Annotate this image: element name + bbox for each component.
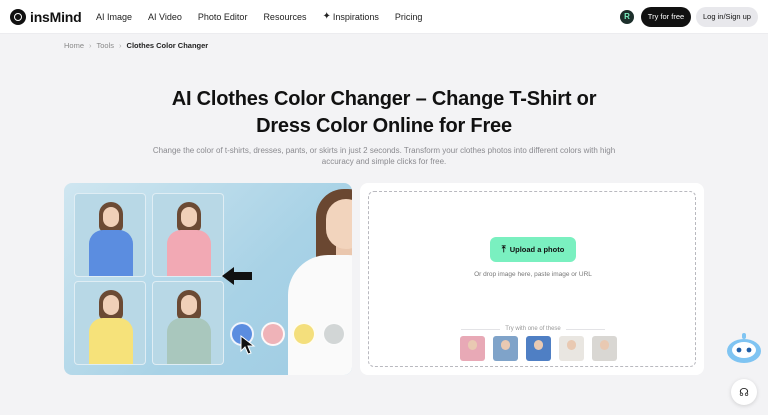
chevron-right-icon: › xyxy=(89,41,92,50)
shirt-shape xyxy=(167,318,211,364)
example-thumb-yellow xyxy=(74,281,146,365)
page-title-line-2: Dress Color Online for Free xyxy=(256,115,512,137)
sample-image-1[interactable] xyxy=(460,336,485,361)
shirt-shape xyxy=(167,230,211,276)
sample-image-5[interactable] xyxy=(592,336,617,361)
example-thumb-sage xyxy=(152,281,224,365)
shirt-shape xyxy=(89,230,133,276)
sample-image-4[interactable] xyxy=(559,336,584,361)
sample-divider: Try with one of these xyxy=(461,326,606,332)
page-subtitle: Change the color of t-shirts, dresses, p… xyxy=(124,145,644,167)
image-dropzone[interactable]: ⤒ Upload a photo Or drop image here, pas… xyxy=(368,191,696,367)
pointer-cursor-icon xyxy=(240,335,256,355)
color-swatch-pink xyxy=(261,322,285,346)
ai-assistant-robot-icon[interactable] xyxy=(724,331,764,365)
rewards-icon[interactable]: R xyxy=(620,10,634,24)
chevron-right-icon: › xyxy=(119,41,122,50)
sparkle-icon: ✦ xyxy=(322,11,331,22)
upload-panel: ⤒ Upload a photo Or drop image here, pas… xyxy=(360,183,704,375)
example-thumb-pink xyxy=(152,193,224,277)
breadcrumb-home[interactable]: Home xyxy=(64,41,84,50)
upload-icon: ⤒ xyxy=(501,244,506,254)
page-title-line-1: AI Clothes Color Changer – Change T-Shir… xyxy=(171,88,597,110)
model-white-tshirt xyxy=(288,255,352,375)
nav-item-ai-image[interactable]: AI Image xyxy=(96,11,132,22)
sample-image-2[interactable] xyxy=(493,336,518,361)
example-showcase-image xyxy=(64,183,352,375)
nav-item-photo-editor[interactable]: Photo Editor xyxy=(198,11,248,22)
login-signup-button[interactable]: Log in/Sign up xyxy=(696,7,758,27)
top-nav: insMind AI Image AI Video Photo Editor R… xyxy=(0,0,768,34)
divider-line xyxy=(461,328,501,330)
page-subtitle-line-2: accuracy and simple clicks for free. xyxy=(321,157,447,166)
try-samples-label: Try with one of these xyxy=(505,326,561,332)
breadcrumb-tools[interactable]: Tools xyxy=(97,41,115,50)
sample-image-3[interactable] xyxy=(526,336,551,361)
nav-item-pricing[interactable]: Pricing xyxy=(395,11,423,22)
example-thumb-blue xyxy=(74,193,146,277)
insmind-logo-icon xyxy=(10,9,26,25)
sample-images xyxy=(460,336,625,361)
model-face xyxy=(326,199,352,249)
color-swatch-yellow xyxy=(292,322,316,346)
color-swatch-gray xyxy=(322,322,346,346)
main-menu: AI Image AI Video Photo Editor Resources… xyxy=(96,11,438,22)
nav-item-inspirations-label: Inspirations xyxy=(332,11,379,22)
upload-photo-button[interactable]: ⤒ Upload a photo xyxy=(490,237,576,262)
arrow-left-icon xyxy=(222,267,252,285)
shirt-shape xyxy=(89,318,133,364)
brand-name: insMind xyxy=(30,9,82,25)
divider-line xyxy=(565,328,606,330)
brand-logo[interactable]: insMind xyxy=(10,9,82,25)
breadcrumb: Home › Tools › Clothes Color Changer xyxy=(64,41,208,50)
try-for-free-button[interactable]: Try for free xyxy=(641,7,691,27)
headset-support-icon[interactable]: ☊ xyxy=(731,379,757,405)
nav-item-inspirations[interactable]: ✦ Inspirations xyxy=(322,11,378,22)
page-title: AI Clothes Color Changer – Change T-Shir… xyxy=(84,86,684,140)
breadcrumb-current: Clothes Color Changer xyxy=(126,41,209,50)
page-subtitle-line-1: Change the color of t-shirts, dresses, p… xyxy=(152,146,616,155)
nav-item-ai-video[interactable]: AI Video xyxy=(148,11,182,22)
nav-item-resources[interactable]: Resources xyxy=(263,11,306,22)
drop-hint: Or drop image here, paste image or URL xyxy=(474,271,592,278)
upload-photo-label: Upload a photo xyxy=(509,245,565,254)
